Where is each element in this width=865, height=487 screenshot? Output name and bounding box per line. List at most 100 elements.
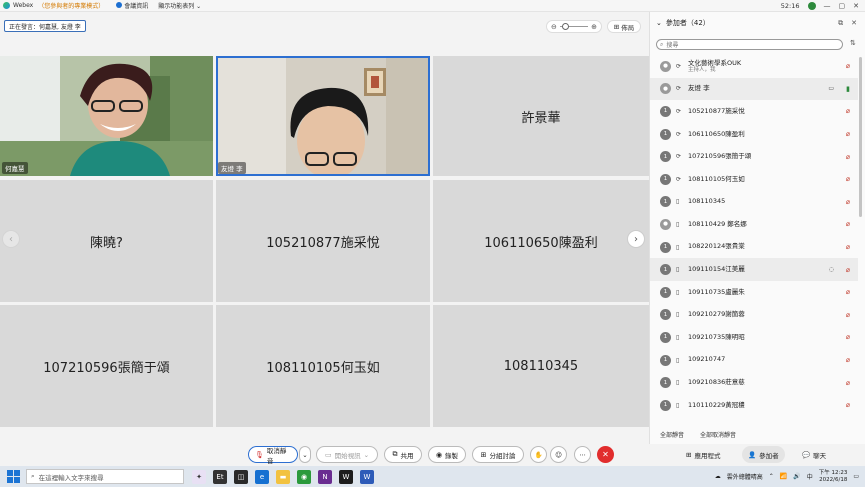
participant-name: 105210877施采悅 — [688, 106, 745, 115]
video-tile-4[interactable]: 陳曉? — [0, 180, 213, 302]
participant-row[interactable]: ● ⟳ 友燈 李 ▭ ▮ — [650, 77, 858, 101]
next-page-button[interactable]: › — [627, 230, 645, 248]
raise-hand-button[interactable]: ✋ — [530, 446, 547, 463]
video-tile-9[interactable]: 108110345 — [433, 305, 649, 427]
meeting-info-menu[interactable]: 會議資訊 — [116, 1, 148, 10]
participant-row[interactable]: 1 ▯ 109110735盧麗朱 ⌀ — [650, 281, 858, 304]
mic-muted-icon[interactable]: ⌀ — [846, 198, 850, 206]
record-button[interactable]: ◉ 錄製 — [428, 446, 466, 463]
participant-row[interactable]: 1 ▯ 109210279謝箇蓉 ⌀ — [650, 304, 858, 327]
chat-icon[interactable]: ◌ — [829, 266, 834, 273]
task-view-icon[interactable]: ◫ — [234, 469, 248, 484]
participant-row[interactable]: 1 ⟳ 108110105何玉如 ⌀ — [650, 168, 858, 191]
meeting-controls: 🎙 取消靜音 ⌄ ▭ 開始視訊 ⌄ ⧉ 共用 ◉ 錄製 ⊞ 分組討論 ✋ ☺ ⋯… — [0, 444, 865, 465]
mic-muted-icon[interactable]: ⌀ — [846, 311, 850, 319]
mute-all-button[interactable]: 全部靜音 — [660, 430, 684, 439]
collapse-chevron-icon[interactable]: ⌄ — [656, 19, 662, 27]
breakout-button[interactable]: ⊞ 分組討論 — [472, 446, 524, 463]
participants-button[interactable]: 👤 參加者 — [742, 446, 785, 463]
mic-muted-icon[interactable]: ⌀ — [846, 401, 850, 409]
video-tile-7[interactable]: 107210596張簡于頌 — [0, 305, 213, 427]
start-video-button[interactable]: ▭ 開始視訊 ⌄ — [316, 446, 378, 463]
audio-options-button[interactable]: ⌄ — [299, 446, 311, 463]
participant-row[interactable]: 1 ▯ 108110345 ⌀ — [650, 191, 858, 214]
video-tile-1[interactable]: 何嘉慧 — [0, 56, 213, 176]
participant-name: 108220124張貴棠 — [688, 242, 745, 251]
reactions-button[interactable]: ☺ — [550, 446, 567, 463]
notification-icon[interactable]: ▭ — [853, 473, 859, 480]
close-panel-icon[interactable]: ✕ — [851, 19, 857, 28]
clock[interactable]: 下午 12:23 2022/6/18 — [819, 470, 848, 483]
participant-row[interactable]: 1 ▯ 108220124張貴棠 ⌀ — [650, 236, 858, 259]
video-tile-2[interactable]: 友燈 李 — [216, 56, 430, 176]
network-icon[interactable]: 📶 — [780, 473, 787, 480]
popout-icon[interactable]: ⧉ — [838, 19, 843, 28]
chat-bubble-icon: 💬 — [802, 450, 811, 459]
mic-muted-icon[interactable]: ⌀ — [846, 333, 850, 341]
mic-muted-icon[interactable]: ⌀ — [846, 175, 850, 183]
leave-meeting-button[interactable]: ✕ — [597, 446, 614, 463]
minimize-button[interactable]: — — [824, 2, 831, 10]
participant-name-block: 108110105何玉如 — [688, 175, 745, 183]
previous-page-button[interactable]: ‹ — [2, 230, 20, 248]
edge-icon[interactable]: e — [255, 469, 269, 484]
participant-row[interactable]: 1 ▯ 110110229黃冠穠 ⌀ — [650, 394, 858, 417]
mic-muted-icon[interactable]: ⌀ — [846, 356, 850, 364]
taskbar-search-input[interactable]: ⌕ 在這裡輸入文字來搜尋 — [26, 469, 184, 484]
participant-row[interactable]: ● ⟳ 文化藝術學系OUK 主持人，我 ⌀ — [650, 55, 858, 78]
tray-chevron-icon[interactable]: ⌃ — [769, 473, 774, 480]
start-button[interactable] — [4, 468, 22, 486]
close-window-button[interactable]: ✕ — [853, 2, 859, 10]
mic-muted-icon[interactable]: ⌀ — [846, 62, 850, 70]
zoom-track[interactable] — [559, 23, 589, 30]
zoom-out-icon[interactable]: ⊖ — [551, 23, 557, 31]
participant-row[interactable]: 1 ▯ 109210735陳明昭 ⌀ — [650, 326, 858, 349]
show-menu-bar-menu[interactable]: 顯示功能表列 ⌄ — [158, 1, 201, 10]
ime-mode-icon[interactable]: 中 — [807, 472, 813, 481]
chat-button[interactable]: 💬 聊天 — [796, 446, 832, 463]
word-icon[interactable]: W — [360, 469, 374, 484]
participant-search-input[interactable]: ⌕ 搜尋 — [656, 39, 843, 50]
zoom-knob[interactable] — [561, 23, 569, 30]
ime-icon[interactable]: Et — [213, 469, 227, 484]
volume-icon[interactable]: 🔊 — [793, 473, 800, 480]
mic-muted-icon[interactable]: ⌀ — [846, 379, 850, 387]
unmute-button[interactable]: 🎙 取消靜音 — [248, 446, 298, 465]
video-tile-5[interactable]: 105210877施采悅 — [216, 180, 430, 302]
participant-row[interactable]: 1 ▯ 109110154江美麗 ◌ ⌀ — [650, 258, 858, 281]
device-icon: ⟳ — [676, 175, 682, 183]
chrome-icon[interactable]: ◉ — [297, 469, 311, 484]
zoom-slider[interactable]: ⊖ ⊕ — [546, 20, 602, 33]
mic-on-icon[interactable]: ▮ — [846, 85, 850, 93]
mic-muted-icon[interactable]: ⌀ — [846, 266, 850, 274]
file-explorer-icon[interactable]: ▬ — [276, 469, 290, 484]
participant-row[interactable]: 1 ▯ 109210747 ⌀ — [650, 349, 858, 372]
participant-row[interactable]: ● ▯ 108110429 鄭名娜 ⌀ — [650, 213, 858, 236]
share-button[interactable]: ⧉ 共用 — [384, 446, 422, 463]
participant-row[interactable]: 1 ⟳ 107210596張簡于頌 ⌀ — [650, 145, 858, 168]
onenote-icon[interactable]: N — [318, 469, 332, 484]
maximize-button[interactable]: ▢ — [839, 2, 846, 10]
mic-muted-icon[interactable]: ⌀ — [846, 153, 850, 161]
mic-muted-icon[interactable]: ⌀ — [846, 243, 850, 251]
video-tile-8[interactable]: 108110105何玉如 — [216, 305, 430, 427]
participant-row[interactable]: 1 ⟳ 106110650陳盈利 ⌀ — [650, 123, 858, 146]
mic-muted-icon[interactable]: ⌀ — [846, 107, 850, 115]
participant-row[interactable]: 1 ⟳ 105210877施采悅 ⌀ — [650, 100, 858, 123]
video-tile-3[interactable]: 許景華 — [433, 56, 649, 176]
webex-taskbar-icon[interactable]: W — [339, 469, 353, 484]
search-icon: ⌕ — [31, 472, 35, 480]
apps-button[interactable]: ⊞ 應用程式 — [680, 446, 726, 463]
widget-icon[interactable]: ✦ — [192, 469, 206, 484]
layout-button[interactable]: ⊞ 佈局 — [607, 20, 641, 33]
video-tile-6[interactable]: 106110650陳盈利 — [433, 180, 649, 302]
zoom-in-icon[interactable]: ⊕ — [591, 23, 597, 31]
mic-muted-icon[interactable]: ⌀ — [846, 288, 850, 296]
mic-muted-icon[interactable]: ⌀ — [846, 220, 850, 228]
participant-row[interactable]: 1 ▯ 109210836莊意慈 ⌀ — [650, 371, 858, 394]
mic-muted-icon[interactable]: ⌀ — [846, 130, 850, 138]
more-options-button[interactable]: ⋯ — [574, 446, 591, 463]
sort-button[interactable]: ⇅ — [850, 39, 856, 47]
panel-scrollbar[interactable] — [859, 57, 862, 217]
unmute-all-button[interactable]: 全部取消靜音 — [700, 430, 736, 439]
